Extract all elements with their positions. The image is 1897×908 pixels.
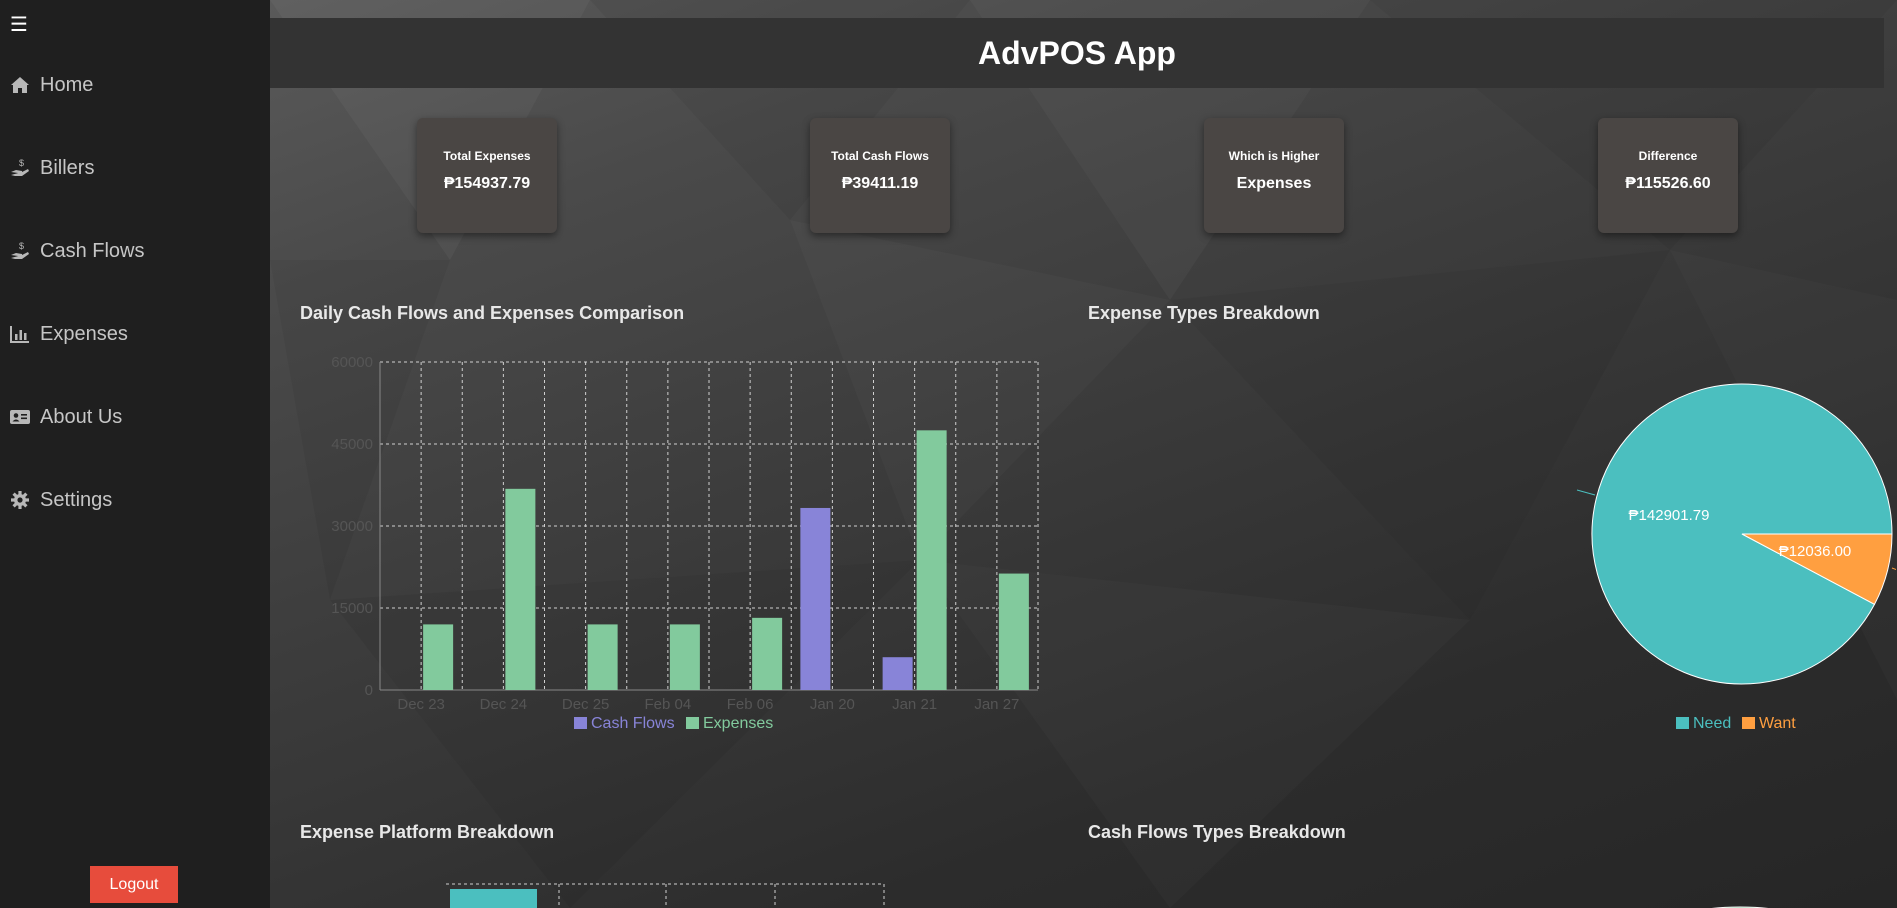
legend-swatch[interactable] bbox=[1742, 717, 1755, 729]
legend-swatch[interactable] bbox=[686, 717, 699, 729]
y-tick-label: 0 bbox=[365, 682, 373, 699]
platform-bar bbox=[450, 889, 537, 908]
home-icon bbox=[0, 76, 40, 94]
want-label-tick bbox=[1891, 567, 1896, 571]
sidebar-item-about-us[interactable]: About Us bbox=[0, 397, 270, 437]
sidebar-item-label: Billers bbox=[40, 156, 95, 179]
y-tick-label: 15000 bbox=[331, 600, 373, 617]
expenses-bar[interactable] bbox=[998, 573, 1029, 690]
expenses-bar[interactable] bbox=[752, 617, 783, 690]
legend-swatch[interactable] bbox=[1676, 717, 1689, 729]
expenses-bar[interactable] bbox=[669, 624, 700, 690]
chart-legend: Need Want bbox=[1676, 715, 1796, 732]
hand-money-icon: $ bbox=[0, 241, 40, 261]
cashflow-types-title: Cash Flows Types Breakdown bbox=[1088, 822, 1346, 842]
card-value: ₱39411.19 bbox=[841, 175, 919, 192]
app-title: AdvPOS App bbox=[978, 34, 1176, 71]
expense-types-title: Expense Types Breakdown bbox=[1088, 303, 1320, 323]
x-tick-label: Jan 27 bbox=[974, 696, 1019, 713]
sidebar-item-expenses[interactable]: Expenses bbox=[0, 314, 270, 354]
legend-label[interactable]: Want bbox=[1759, 715, 1796, 732]
sidebar-item-billers[interactable]: $ Billers bbox=[0, 148, 270, 188]
card-title: Which is Higher bbox=[1228, 149, 1320, 163]
legend-label[interactable]: Need bbox=[1693, 715, 1731, 732]
daily-comparison-chart: 0 15000 30000 45000 60000 Dec 23 Dec 24 Dec 25 F… bbox=[331, 354, 1039, 732]
sidebar-item-label: Home bbox=[40, 73, 94, 96]
sidebar-item-label: Settings bbox=[40, 488, 113, 511]
sidebar: ☰ Home $ Billers $ Cash Flows Expenses A… bbox=[0, 0, 270, 908]
sidebar-item-settings[interactable]: Settings bbox=[0, 480, 270, 520]
expenses-bar[interactable] bbox=[916, 430, 947, 690]
legend-label[interactable]: Cash Flows bbox=[591, 715, 675, 732]
x-tick-label: Feb 04 bbox=[645, 696, 692, 713]
app-header: AdvPOS App bbox=[270, 18, 1884, 88]
sidebar-item-cash-flows[interactable]: $ Cash Flows bbox=[0, 231, 270, 271]
card-title: Total Cash Flows bbox=[831, 149, 929, 163]
main-content: AdvPOS App Total Expenses ₱154937.79 Tot… bbox=[270, 0, 1897, 908]
y-tick-label: 60000 bbox=[331, 354, 373, 371]
expenses-bar[interactable] bbox=[505, 488, 536, 690]
chart-legend: Cash Flows Expenses bbox=[574, 715, 773, 732]
cash-flows-bar[interactable] bbox=[882, 657, 913, 690]
expenses-bar[interactable] bbox=[587, 624, 618, 690]
expense-types-chart: ₱142901.79 ₱12036.00 Need Want bbox=[1576, 383, 1896, 732]
card-title: Difference bbox=[1638, 149, 1698, 163]
cash-flows-bar[interactable] bbox=[800, 507, 831, 690]
x-tick-label: Dec 25 bbox=[562, 696, 610, 713]
x-tick-label: Dec 24 bbox=[480, 696, 528, 713]
card-value: ₱154937.79 bbox=[443, 175, 531, 192]
svg-text:$: $ bbox=[19, 241, 24, 251]
expense-platform-title: Expense Platform Breakdown bbox=[300, 822, 555, 842]
total-cash-flows-card: Total Cash Flows ₱39411.19 bbox=[810, 118, 950, 233]
which-is-higher-card: Which is Higher Expenses bbox=[1204, 118, 1344, 233]
hand-money-icon: $ bbox=[0, 158, 40, 178]
y-tick-label: 30000 bbox=[331, 518, 373, 535]
gear-icon bbox=[0, 490, 40, 510]
svg-text:$: $ bbox=[19, 158, 24, 168]
bar-chart-icon bbox=[0, 325, 40, 343]
total-expenses-card: Total Expenses ₱154937.79 bbox=[417, 118, 557, 233]
need-slice-label: ₱142901.79 bbox=[1629, 507, 1710, 524]
daily-comparison-title: Daily Cash Flows and Expenses Comparison bbox=[300, 303, 685, 323]
card-title: Total Expenses bbox=[443, 149, 531, 163]
x-tick-label: Feb 06 bbox=[727, 696, 774, 713]
card-value: Expenses bbox=[1236, 175, 1312, 192]
sidebar-item-label: Expenses bbox=[40, 322, 128, 345]
menu-icon[interactable]: ☰ bbox=[10, 14, 28, 36]
expense-platform-chart bbox=[446, 883, 885, 908]
sidebar-item-home[interactable]: Home bbox=[0, 65, 270, 105]
difference-card: Difference ₱115526.60 bbox=[1598, 118, 1738, 233]
card-value: ₱115526.60 bbox=[1625, 175, 1711, 192]
legend-swatch[interactable] bbox=[574, 717, 587, 729]
cashflow-types-chart bbox=[1711, 906, 1769, 908]
sidebar-item-label: Cash Flows bbox=[40, 239, 145, 262]
legend-label[interactable]: Expenses bbox=[703, 715, 773, 732]
want-slice-label: ₱12036.00 bbox=[1779, 543, 1852, 560]
x-tick-label: Jan 20 bbox=[810, 696, 855, 713]
sidebar-item-label: About Us bbox=[40, 405, 123, 428]
logout-button[interactable]: Logout bbox=[90, 866, 178, 903]
x-tick-label: Dec 23 bbox=[397, 696, 445, 713]
need-label-tick bbox=[1576, 489, 1596, 496]
y-tick-label: 45000 bbox=[331, 436, 373, 453]
id-card-icon bbox=[0, 409, 40, 425]
x-tick-label: Jan 21 bbox=[892, 696, 937, 713]
expenses-bar[interactable] bbox=[423, 624, 454, 690]
